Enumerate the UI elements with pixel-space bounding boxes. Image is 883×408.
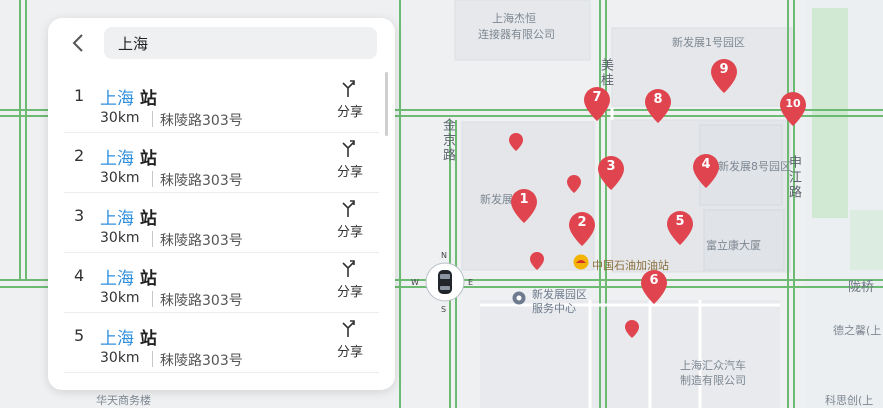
divider xyxy=(152,111,153,127)
marker-5[interactable]: 5 xyxy=(667,211,693,245)
marker-6[interactable]: 6 xyxy=(641,270,667,304)
compass-west: W xyxy=(411,278,419,287)
marker-8[interactable]: 8 xyxy=(645,89,671,123)
result-item-2[interactable]: 2 上海 站 30km 秣陵路303号 分享 xyxy=(64,132,379,193)
share-label: 分享 xyxy=(336,285,363,300)
map-pin[interactable] xyxy=(509,133,523,151)
compass-east: E xyxy=(468,278,474,287)
result-address: 秣陵路303号 xyxy=(160,353,243,369)
share-button[interactable]: 分享 xyxy=(330,78,370,128)
search-results-panel: 1 上海 站 30km 秣陵路303号 分享 2 上海 站 30km 秣陵路30… xyxy=(48,18,395,390)
marker-10[interactable]: 10 xyxy=(780,92,806,126)
result-address: 秣陵路303号 xyxy=(160,293,243,309)
divider xyxy=(152,231,153,247)
result-item-5[interactable]: 5 上海 站 30km 秣陵路303号 分享 xyxy=(64,312,379,373)
result-title-rest: 站 xyxy=(134,329,157,349)
marker-7[interactable]: 7 xyxy=(584,87,610,121)
map-label-dezhixin: 德之馨(上 xyxy=(833,324,882,337)
road-label-meigui: 美桂 xyxy=(598,58,613,88)
result-title: 上海 站 xyxy=(100,324,157,349)
result-title-highlight: 上海 xyxy=(100,329,134,349)
map-label-service-center-2: 服务中心 xyxy=(532,302,576,315)
map-label-xinfazhan-8: 新发展8号园区 xyxy=(718,160,791,173)
service-center-icon xyxy=(512,291,526,305)
map-label-huizhong-2: 制造有限公司 xyxy=(680,374,746,387)
divider xyxy=(152,291,153,307)
result-title-highlight: 上海 xyxy=(100,89,134,109)
compass-north: N xyxy=(441,251,447,260)
result-index: 2 xyxy=(74,146,85,165)
petrochina-icon xyxy=(573,254,589,270)
share-button[interactable]: 分享 xyxy=(330,258,370,308)
marker-4[interactable]: 4 xyxy=(693,154,719,188)
route-share-icon xyxy=(342,260,355,277)
map-label-xinfazhan-1: 新发展1号园区 xyxy=(672,36,745,49)
map-label-connector-co: 连接器有限公司 xyxy=(478,28,555,41)
map-label-fulikang: 富立康大厦 xyxy=(706,239,761,252)
result-distance: 30km xyxy=(100,170,140,186)
scrollbar[interactable] xyxy=(385,72,388,136)
result-title: 上海 站 xyxy=(100,84,157,109)
map-label-huahua: 华天商务楼 xyxy=(96,394,151,407)
result-distance: 30km xyxy=(100,110,140,126)
result-index: 4 xyxy=(74,266,85,285)
result-index: 3 xyxy=(74,206,85,225)
result-address: 秣陵路303号 xyxy=(160,233,243,249)
result-title: 上海 站 xyxy=(100,144,157,169)
result-index: 1 xyxy=(74,86,85,105)
result-title-rest: 站 xyxy=(134,209,157,229)
current-location-car-icon[interactable] xyxy=(425,262,465,302)
marker-2[interactable]: 2 xyxy=(569,212,595,246)
compass-south: S xyxy=(441,305,447,314)
search-bar xyxy=(48,18,395,72)
share-button[interactable]: 分享 xyxy=(330,138,370,188)
result-title-rest: 站 xyxy=(134,269,157,289)
result-title-highlight: 上海 xyxy=(100,269,134,289)
route-share-icon xyxy=(342,320,355,337)
map-label-service-center-1: 新发展园区 xyxy=(532,288,587,301)
share-label: 分享 xyxy=(336,165,363,180)
share-label: 分享 xyxy=(336,345,363,360)
chevron-left-icon xyxy=(72,34,83,52)
map-label-huizhong-1: 上海汇众汽车 xyxy=(680,359,746,372)
divider xyxy=(152,171,153,187)
share-button[interactable]: 分享 xyxy=(330,198,370,248)
map-pin[interactable] xyxy=(625,320,639,338)
marker-9[interactable]: 9 xyxy=(711,59,737,93)
route-share-icon xyxy=(342,200,355,217)
result-index: 5 xyxy=(74,326,85,345)
result-item-3[interactable]: 3 上海 站 30km 秣陵路303号 分享 xyxy=(64,192,379,253)
map-pin[interactable] xyxy=(567,175,581,193)
marker-1[interactable]: 1 xyxy=(511,189,537,223)
search-input[interactable] xyxy=(104,27,377,59)
result-title-rest: 站 xyxy=(134,149,157,169)
result-distance: 30km xyxy=(100,290,140,306)
result-title-rest: 站 xyxy=(134,89,157,109)
map-label-luqiao: 陇桥 xyxy=(848,280,875,295)
route-share-icon xyxy=(342,140,355,157)
result-title: 上海 站 xyxy=(100,264,157,289)
road-label-shenjiang: 申江路 xyxy=(786,155,801,200)
divider xyxy=(152,351,153,367)
result-item-1[interactable]: 1 上海 站 30km 秣陵路303号 分享 xyxy=(64,72,379,133)
share-label: 分享 xyxy=(336,225,363,240)
map-pin[interactable] xyxy=(530,252,544,270)
result-title: 上海 站 xyxy=(100,204,157,229)
result-distance: 30km xyxy=(100,350,140,366)
share-button[interactable]: 分享 xyxy=(330,318,370,368)
share-label: 分享 xyxy=(336,105,363,120)
result-title-highlight: 上海 xyxy=(100,209,134,229)
result-title-highlight: 上海 xyxy=(100,149,134,169)
route-share-icon xyxy=(342,80,355,97)
map-label-shanghai-jiechu: 上海杰恒 xyxy=(492,12,536,25)
map-label-kesi: 科思创(上 xyxy=(825,394,874,407)
road-label-jinjing: 金京路 xyxy=(440,118,455,163)
result-address: 秣陵路303号 xyxy=(160,173,243,189)
result-item-4[interactable]: 4 上海 站 30km 秣陵路303号 分享 xyxy=(64,252,379,313)
result-address: 秣陵路303号 xyxy=(160,113,243,129)
back-button[interactable] xyxy=(66,30,92,56)
marker-3[interactable]: 3 xyxy=(598,156,624,190)
result-distance: 30km xyxy=(100,230,140,246)
